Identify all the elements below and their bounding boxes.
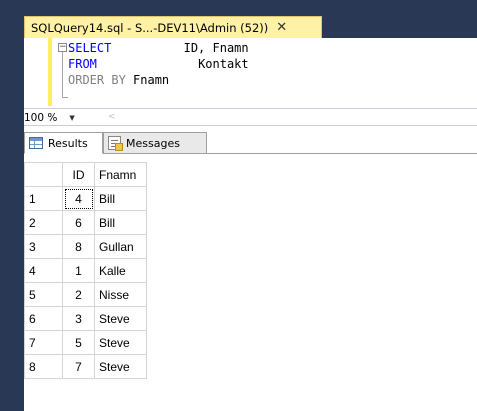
cell-id[interactable]: 3: [62, 306, 95, 331]
tab-messages[interactable]: Messages: [103, 132, 207, 154]
cell-id[interactable]: 7: [62, 354, 95, 379]
table-row[interactable]: 4 1 Kalle: [24, 258, 147, 283]
row-number[interactable]: 5: [24, 282, 63, 307]
row-number[interactable]: 1: [24, 186, 63, 211]
cell-fnamn[interactable]: Bill: [94, 210, 147, 235]
tab-results[interactable]: Results: [24, 132, 103, 154]
scroll-left-icon[interactable]: <: [108, 112, 116, 122]
collapse-icon[interactable]: −: [58, 43, 67, 52]
sql-editor[interactable]: − SELECT ID, Fnamn FROM Kontakt ORDER BY…: [24, 38, 477, 108]
code-spacing: [111, 41, 183, 55]
cell-id[interactable]: 6: [62, 210, 95, 235]
change-tracking-margin: [48, 38, 52, 106]
results-grid[interactable]: ID Fnamn 1 4 Bill 2 6 Bill 3 8 Gullan 4 1 Kalle 5 2 Ni…: [24, 162, 147, 379]
keyword-from: FROM: [68, 57, 97, 71]
row-number[interactable]: 2: [24, 210, 63, 235]
query-window: − SELECT ID, Fnamn FROM Kontakt ORDER BY…: [24, 38, 477, 411]
grid-icon: [29, 137, 43, 149]
grid-header-row: ID Fnamn: [24, 162, 147, 187]
results-tab-strip: Results Messages: [24, 126, 477, 154]
keyword-order-by: ORDER BY: [68, 73, 126, 87]
zoom-bar: 100 % ▼ <: [24, 108, 477, 126]
table-row[interactable]: 5 2 Nisse: [24, 282, 147, 307]
row-number[interactable]: 6: [24, 306, 63, 331]
row-number[interactable]: 7: [24, 330, 63, 355]
cell-fnamn[interactable]: Steve: [94, 330, 147, 355]
code-spacing: [126, 73, 133, 87]
select-columns: ID, Fnamn: [183, 41, 249, 55]
row-number[interactable]: 3: [24, 234, 63, 259]
table-row[interactable]: 6 3 Steve: [24, 306, 147, 331]
cell-id[interactable]: 8: [62, 234, 95, 259]
tab-results-label: Results: [48, 136, 88, 150]
cell-id[interactable]: 5: [62, 330, 95, 355]
cell-id[interactable]: 4: [62, 186, 95, 211]
code-line-order-by: ORDER BY Fnamn: [68, 72, 169, 88]
document-tab-title: SQLQuery14.sql - S...-DEV11\Admin (52)): [31, 20, 269, 35]
tab-messages-label: Messages: [126, 136, 180, 150]
zoom-value: 100 %: [24, 111, 58, 124]
outline-end: [62, 97, 68, 98]
row-number[interactable]: 4: [24, 258, 63, 283]
keyword-select: SELECT: [68, 41, 112, 55]
column-header-fnamn[interactable]: Fnamn: [94, 162, 147, 187]
document-tab[interactable]: SQLQuery14.sql - S...-DEV11\Admin (52)) …: [24, 16, 322, 38]
order-by-column: Fnamn: [133, 73, 170, 87]
table-row[interactable]: 7 5 Steve: [24, 330, 147, 355]
cell-id[interactable]: 1: [62, 258, 95, 283]
chevron-down-icon[interactable]: ▼: [69, 114, 74, 122]
cell-id[interactable]: 2: [62, 282, 95, 307]
results-pane: Results Messages ID Fnamn 1 4 Bill 2 6 Bill 3 8…: [24, 126, 477, 411]
close-icon[interactable]: ✕: [276, 21, 287, 34]
cell-fnamn[interactable]: Gullan: [94, 234, 147, 259]
cell-fnamn[interactable]: Steve: [94, 354, 147, 379]
messages-icon: [108, 136, 123, 151]
table-row[interactable]: 1 4 Bill: [24, 186, 147, 211]
code-line-select: SELECT ID, Fnamn: [68, 40, 249, 56]
from-table: Kontakt: [198, 57, 249, 71]
code-spacing: [97, 57, 198, 71]
cell-fnamn[interactable]: Steve: [94, 306, 147, 331]
column-header-id[interactable]: ID: [62, 162, 95, 187]
table-row[interactable]: 8 7 Steve: [24, 354, 147, 379]
grid-corner[interactable]: [24, 162, 63, 187]
zoom-dropdown[interactable]: 100 % ▼: [24, 110, 98, 125]
table-row[interactable]: 3 8 Gullan: [24, 234, 147, 259]
outline-line: [62, 52, 63, 98]
table-row[interactable]: 2 6 Bill: [24, 210, 147, 235]
code-line-from: FROM Kontakt: [68, 56, 249, 72]
cell-fnamn[interactable]: Kalle: [94, 258, 147, 283]
cell-fnamn[interactable]: Nisse: [94, 282, 147, 307]
cell-fnamn[interactable]: Bill: [94, 186, 147, 211]
row-number[interactable]: 8: [24, 354, 63, 379]
